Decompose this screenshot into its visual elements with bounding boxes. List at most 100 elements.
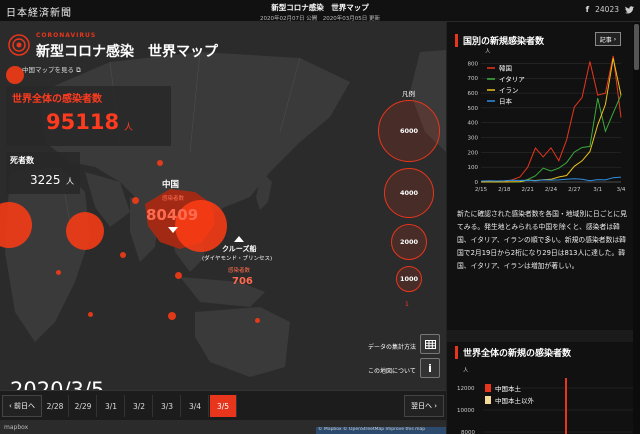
legend-value: 6000 xyxy=(399,127,419,135)
x-tick-label: 2/15 xyxy=(475,187,488,193)
about-map-button[interactable]: i xyxy=(420,358,440,378)
world-total-value: 95118 xyxy=(46,110,120,134)
china-cases-value: 80409 xyxy=(146,206,199,224)
next-day-label: 翌日へ xyxy=(410,402,432,410)
world-total-unit: 人 xyxy=(124,123,134,133)
legend-circle-6000: 6000 xyxy=(378,100,440,162)
world-map[interactable]: CORONAVIRUS 新型コロナ感染 世界マップ 中国マップを見る ⧉ 世界全… xyxy=(0,22,446,434)
legend-title: 凡例 xyxy=(402,90,415,98)
chart-description: 新たに確認された感染者数を各国・地域別に日ごとに見てみる。発生地とみられる中国を… xyxy=(457,210,627,270)
hotspot-small[interactable] xyxy=(120,252,126,258)
panel-scrollbar[interactable] xyxy=(633,22,640,434)
cruise-cases-label: 感染者数 xyxy=(228,268,251,274)
date-tab[interactable]: 3/4 xyxy=(182,395,209,417)
hotspot-korea-large[interactable] xyxy=(66,212,104,250)
china-cases-label: 感染者数 xyxy=(162,196,185,202)
date-tab[interactable]: 3/1 xyxy=(98,395,125,417)
legend-circle-4000: 4000 xyxy=(384,168,434,218)
share-area: f 24023 xyxy=(586,5,634,14)
data-method-button[interactable] xyxy=(420,334,440,354)
legend-value: 2000 xyxy=(399,238,419,246)
target-icon xyxy=(8,34,30,56)
legend-label-outside: 中国本土以外 xyxy=(495,396,535,405)
prev-day-button[interactable]: ‹ 前日へ xyxy=(2,395,43,417)
death-value: 3225 xyxy=(30,173,61,187)
hotspot-small[interactable] xyxy=(175,272,182,279)
legend-label: 韓国 xyxy=(499,64,512,73)
world-total-label: 世界全体の感染者数 xyxy=(12,94,102,105)
chevron-right-icon: › xyxy=(431,402,437,410)
date-tab-active[interactable]: 3/5 xyxy=(210,395,237,417)
death-unit: 人 xyxy=(66,177,74,186)
chevron-right-icon: › xyxy=(613,35,617,43)
legend-value: 4000 xyxy=(399,189,419,197)
x-tick-label: 2/24 xyxy=(545,187,558,193)
about-map-label: この地図について xyxy=(368,368,416,375)
y-tick-label: 200 xyxy=(468,150,479,156)
x-tick-label: 3/1 xyxy=(593,187,602,193)
hotspot-small[interactable] xyxy=(132,197,139,204)
next-day-button[interactable]: 翌日へ › xyxy=(403,395,444,417)
legend-swatch-mainland xyxy=(485,384,491,392)
x-tick-label: 2/27 xyxy=(568,187,581,193)
x-tick-label: 3/4 xyxy=(617,187,626,193)
legend-label-mainland: 中国本土 xyxy=(495,384,522,393)
share-count: 24023 xyxy=(595,5,619,14)
country-line-chart: 0100200300400500600700800 2/15 2/18 2/21 2/… xyxy=(468,48,626,193)
world-chart-title: 世界全体の新規の感染者数 xyxy=(455,346,571,359)
mapbox-logo[interactable]: mapbox xyxy=(4,424,28,431)
hotspot-small[interactable] xyxy=(168,312,176,320)
scrollbar-thumb[interactable] xyxy=(634,24,639,70)
hotspot-small[interactable] xyxy=(157,160,163,166)
corona-tag: CORONAVIRUS xyxy=(36,32,97,39)
cruise-cases-value: 706 xyxy=(232,276,253,287)
world-chart-unit: 人 xyxy=(463,367,469,374)
legend-label: 日本 xyxy=(499,97,513,106)
side-panel: 国別の新規感染者数 記事 › 0 100 200 300 400 500 600 700 800 … xyxy=(446,22,640,434)
x-tick-label: 2/18 xyxy=(498,187,511,193)
facebook-icon[interactable]: f xyxy=(586,5,589,14)
date-tab[interactable]: 3/3 xyxy=(154,395,181,417)
map-attribution[interactable]: © Mapbox © OpenStreetMap Improve this ma… xyxy=(316,427,446,434)
world-bar-chart: 人 12000 10000 8000 中国本土 中国本土以外 xyxy=(457,367,633,434)
top-bar: 日本経済新聞 新型コロナ感染 世界マップ 2020年02月07日 公開 2020… xyxy=(0,0,640,22)
legend-value: 1000 xyxy=(399,275,419,283)
hotspot-small[interactable] xyxy=(88,312,93,317)
prev-day-label: 前日へ xyxy=(14,402,36,410)
panel-divider xyxy=(447,330,640,342)
info-icon: i xyxy=(428,361,432,375)
table-icon xyxy=(424,339,436,349)
china-map-link[interactable]: 中国マップを見る ⧉ xyxy=(22,64,81,75)
header-title: 新型コロナ感染 世界マップ xyxy=(271,3,369,12)
date-tab[interactable]: 3/2 xyxy=(126,395,153,417)
death-label: 死者数 xyxy=(10,156,34,165)
chart-unit: 人 xyxy=(485,48,491,55)
date-tab[interactable]: 2/29 xyxy=(70,395,97,417)
y-tick-label: 8000 xyxy=(461,430,475,434)
hotspot-small[interactable] xyxy=(56,270,61,275)
hotspot-small[interactable] xyxy=(255,318,260,323)
header-center: 新型コロナ感染 世界マップ 2020年02月07日 公開 2020年03月05日… xyxy=(0,2,640,22)
china-link-label: 中国マップを見る xyxy=(22,66,74,74)
y-tick-label: 300 xyxy=(468,136,479,142)
date-tab[interactable]: 2/28 xyxy=(42,395,69,417)
death-box: 死者数 3225 人 xyxy=(6,152,80,194)
legend-value-1: 1 xyxy=(405,301,409,308)
date-timeline: ‹ 前日へ 2/28 2/29 3/1 3/2 3/3 3/4 3/5 翌日へ … xyxy=(0,390,446,420)
y-tick-label: 400 xyxy=(468,121,479,127)
data-method-label: データの集計方法 xyxy=(368,344,417,351)
twitter-icon[interactable] xyxy=(625,5,634,14)
y-tick-label: 0 xyxy=(475,180,479,186)
y-tick-label: 10000 xyxy=(457,408,475,414)
chart-legend: 韓国イタリアイラン日本 xyxy=(487,64,525,106)
y-tick-label: 600 xyxy=(468,91,479,97)
article-label: 記事 xyxy=(599,36,612,44)
map-title: 新型コロナ感染 世界マップ xyxy=(36,44,218,60)
legend-swatch-outside xyxy=(485,396,491,404)
china-label: 中国 xyxy=(162,180,180,190)
legend-circle-2000: 2000 xyxy=(391,224,427,260)
external-link-icon: ⧉ xyxy=(74,66,81,74)
app-root: 日本経済新聞 新型コロナ感染 世界マップ 2020年02月07日 公開 2020… xyxy=(0,0,640,434)
legend-label: イタリア xyxy=(499,75,525,84)
y-tick-label: 12000 xyxy=(457,386,475,392)
